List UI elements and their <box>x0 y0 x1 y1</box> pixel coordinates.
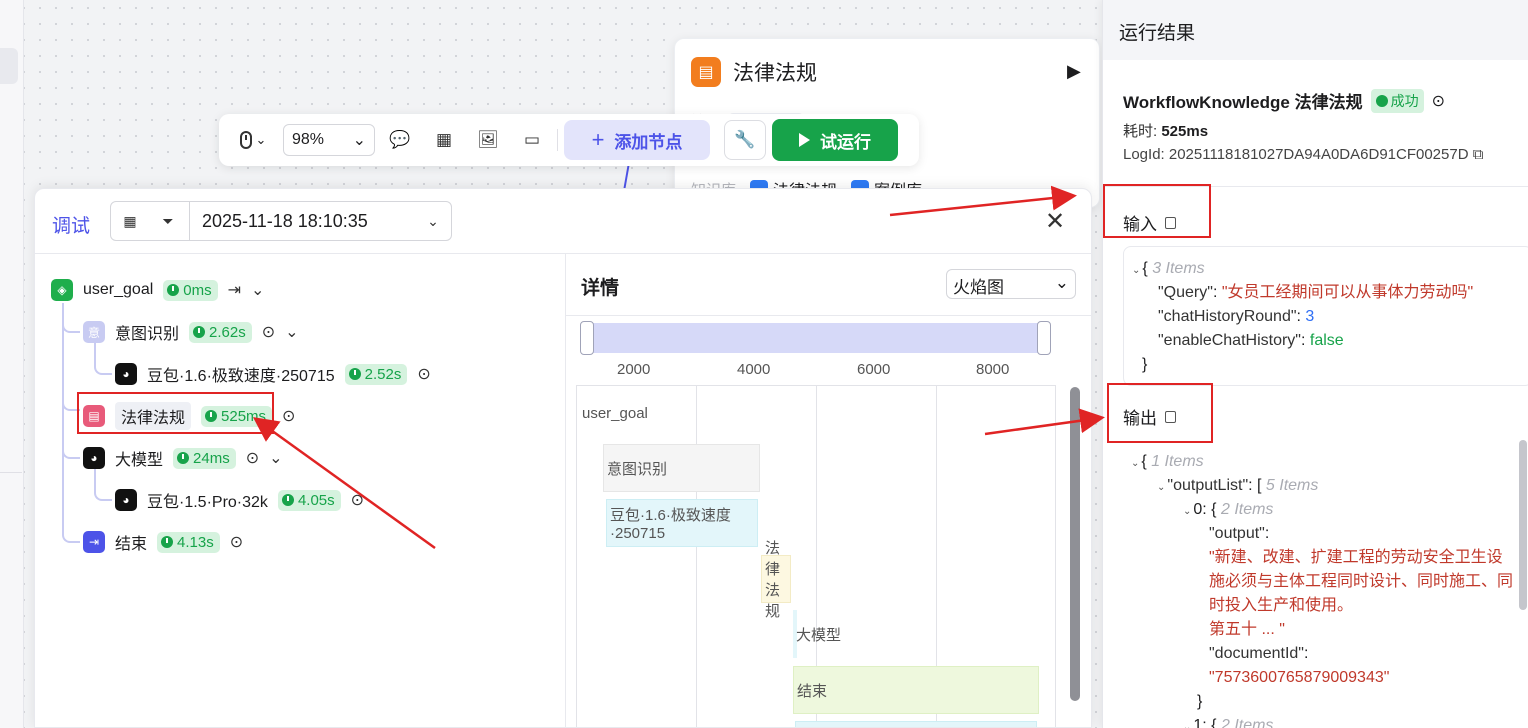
annotation-arrow <box>984 408 1105 436</box>
annotation-arrows <box>252 185 1105 550</box>
annotation-arrow <box>252 417 436 550</box>
annotation-arrow <box>889 185 1077 217</box>
